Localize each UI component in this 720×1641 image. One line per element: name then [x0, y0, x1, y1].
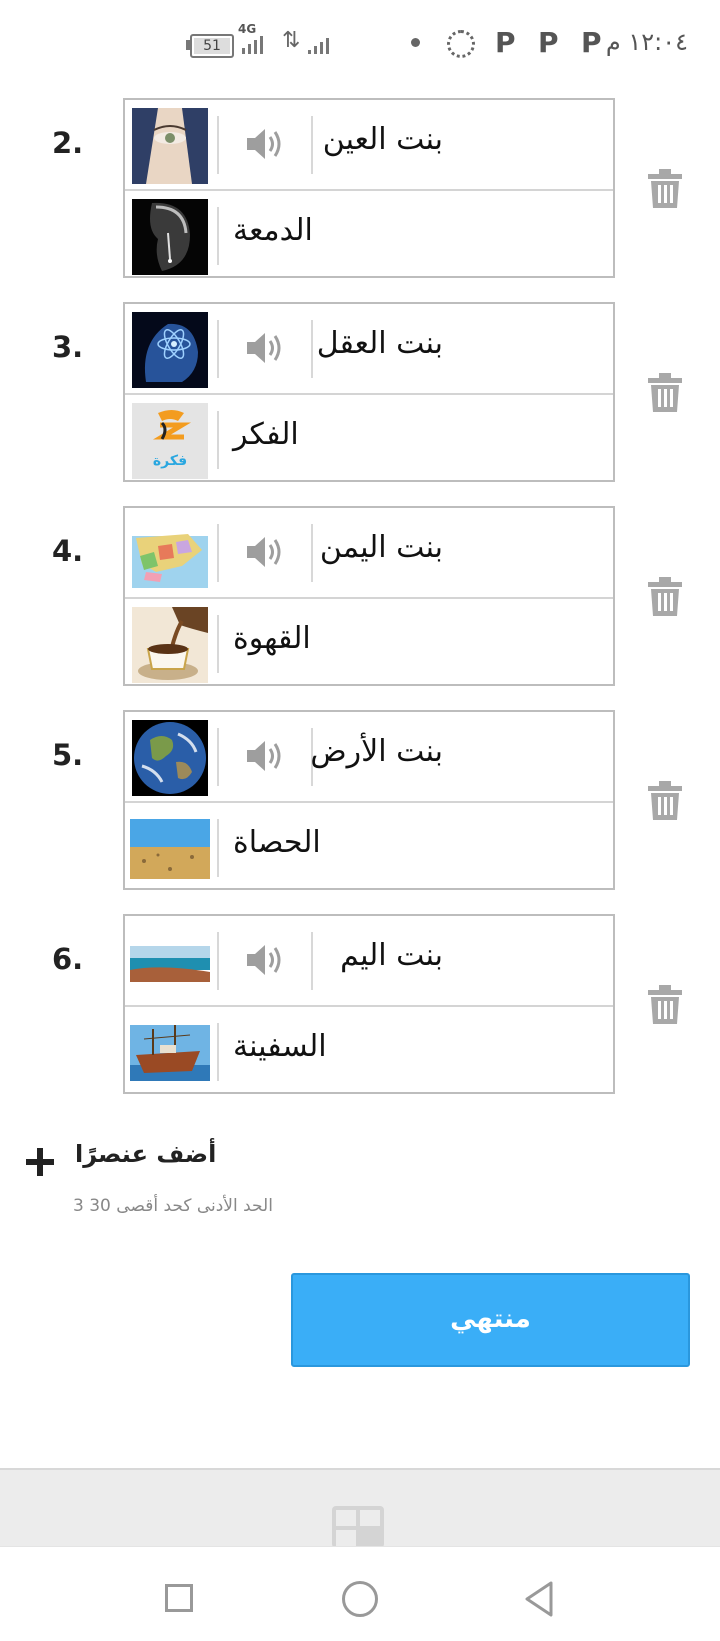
- battery-icon: 51: [190, 34, 234, 58]
- trash-icon[interactable]: [648, 984, 682, 1024]
- coffee-cup-image[interactable]: [132, 607, 208, 683]
- trash-icon[interactable]: [648, 576, 682, 616]
- sync-icon: [447, 30, 475, 58]
- item-number: 5.: [52, 738, 84, 772]
- item-row: 2. بنت العين الدمعة: [0, 98, 720, 280]
- idea-logo-text: فكرة: [153, 453, 187, 469]
- divider: [311, 320, 313, 378]
- answer-cell[interactable]: السفينة: [125, 1007, 613, 1096]
- item-row: 6. بنت اليم السفينة: [0, 914, 720, 1096]
- woman-eye-image[interactable]: [132, 108, 208, 184]
- prompt-text[interactable]: بنت العين: [323, 122, 443, 157]
- trash-icon[interactable]: [648, 372, 682, 412]
- battery-level: 51: [194, 38, 230, 54]
- back-button[interactable]: [523, 1580, 555, 1618]
- status-time: ١٢:٠٤ م: [605, 28, 688, 56]
- divider: [217, 116, 219, 174]
- divider: [217, 1023, 219, 1081]
- prompt-text[interactable]: بنت اليم: [340, 938, 443, 973]
- item-row: 5. بنت الأرض الحصاة: [0, 710, 720, 892]
- answer-text[interactable]: القهوة: [233, 621, 311, 656]
- system-nav-bar: [0, 1546, 720, 1641]
- prompt-cell[interactable]: بنت اليم: [125, 916, 613, 1007]
- divider: [217, 728, 219, 786]
- prompt-cell[interactable]: بنت العين: [125, 100, 613, 191]
- home-button[interactable]: [342, 1581, 378, 1617]
- speaker-icon[interactable]: [245, 738, 283, 774]
- speaker-icon[interactable]: [245, 126, 283, 162]
- answer-text[interactable]: الدمعة: [233, 213, 313, 248]
- bottom-panel: [0, 1468, 720, 1548]
- prompt-text[interactable]: بنت الأرض: [310, 734, 443, 769]
- prompt-cell[interactable]: بنت اليمن: [125, 508, 613, 599]
- answer-text[interactable]: السفينة: [233, 1029, 327, 1064]
- app-notification-icon: P: [538, 26, 559, 59]
- recent-apps-button[interactable]: [165, 1584, 193, 1612]
- item-card: بنت اليم السفينة: [123, 914, 615, 1094]
- desert-pebbles-image[interactable]: [130, 811, 210, 887]
- divider: [217, 320, 219, 378]
- item-row: 3. بنت العقل فكرة الفكر: [0, 302, 720, 484]
- divider: [311, 524, 313, 582]
- ship-image[interactable]: [130, 1015, 210, 1091]
- status-bar: 51 4G ⇅ P P P ١٢:٠٤ م: [0, 0, 720, 88]
- add-item-button[interactable]: أضف عنصرًا: [75, 1140, 216, 1168]
- answer-cell[interactable]: الحصاة: [125, 803, 613, 892]
- trash-icon[interactable]: [648, 168, 682, 208]
- divider: [217, 207, 219, 265]
- yemen-map-image[interactable]: [132, 516, 208, 592]
- prompt-cell[interactable]: بنت الأرض: [125, 712, 613, 803]
- data-transfer-icon: ⇅: [282, 28, 301, 53]
- answer-text[interactable]: الفكر: [233, 417, 299, 452]
- tear-face-image[interactable]: [132, 199, 208, 275]
- signal-icon-2: [308, 34, 329, 54]
- item-number: 3.: [52, 330, 84, 364]
- signal-icon: [242, 34, 263, 54]
- app-notification-icon: P: [495, 26, 516, 59]
- item-number: 4.: [52, 534, 84, 568]
- item-number: 6.: [52, 942, 84, 976]
- divider: [217, 524, 219, 582]
- speaker-icon[interactable]: [245, 330, 283, 366]
- grid-icon[interactable]: [332, 1506, 384, 1548]
- earth-globe-image[interactable]: [132, 720, 208, 796]
- trash-icon[interactable]: [648, 780, 682, 820]
- answer-cell[interactable]: القهوة: [125, 599, 613, 688]
- divider: [217, 411, 219, 469]
- divider: [217, 819, 219, 877]
- app-notification-icon: P: [581, 26, 602, 59]
- item-row: 4. بنت اليمن القهوة: [0, 506, 720, 688]
- item-number: 2.: [52, 126, 84, 160]
- divider: [311, 932, 313, 990]
- speaker-icon[interactable]: [245, 534, 283, 570]
- brain-atom-image[interactable]: [132, 312, 208, 388]
- speaker-icon[interactable]: [245, 942, 283, 978]
- answer-text[interactable]: الحصاة: [233, 825, 321, 860]
- idea-logo-image[interactable]: فكرة: [132, 403, 208, 479]
- sea-shore-image[interactable]: [130, 924, 210, 1000]
- plus-icon[interactable]: [26, 1148, 54, 1176]
- divider: [217, 932, 219, 990]
- item-card: بنت اليمن القهوة: [123, 506, 615, 686]
- answer-cell[interactable]: فكرة الفكر: [125, 395, 613, 484]
- done-button[interactable]: منتهي: [291, 1273, 690, 1367]
- item-card: بنت الأرض الحصاة: [123, 710, 615, 890]
- prompt-cell[interactable]: بنت العقل: [125, 304, 613, 395]
- items-limit-hint: الحد الأدنى كحد أقصى 30 3: [73, 1196, 273, 1216]
- item-card: بنت العين الدمعة: [123, 98, 615, 278]
- prompt-text[interactable]: بنت اليمن: [320, 530, 443, 565]
- divider: [217, 615, 219, 673]
- notification-dot-icon: [411, 38, 420, 47]
- item-card: بنت العقل فكرة الفكر: [123, 302, 615, 482]
- divider: [311, 116, 313, 174]
- answer-cell[interactable]: الدمعة: [125, 191, 613, 280]
- prompt-text[interactable]: بنت العقل: [317, 326, 443, 361]
